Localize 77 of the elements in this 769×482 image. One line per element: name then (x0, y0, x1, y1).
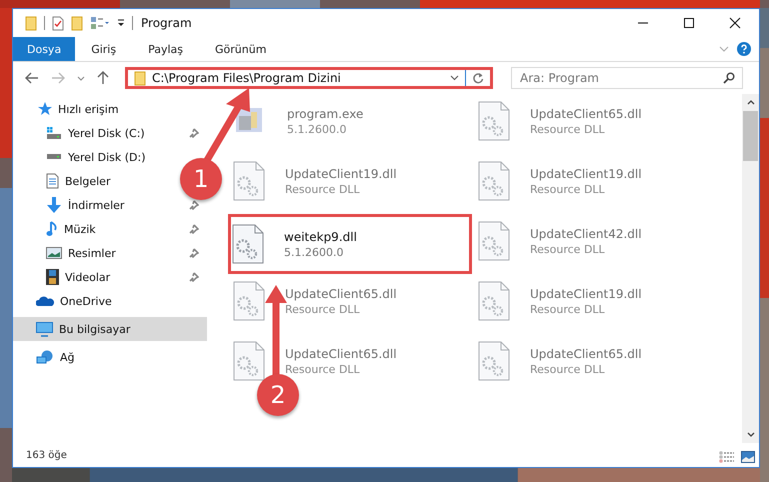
help-icon[interactable] (737, 42, 751, 56)
network-icon (36, 350, 54, 364)
settings-file-icon (478, 161, 510, 201)
close-icon[interactable] (729, 17, 741, 29)
settings-file-icon (478, 281, 510, 321)
settings-file-icon (233, 281, 265, 321)
music-note-icon (46, 221, 58, 237)
cloud-icon (36, 296, 54, 306)
scrollbar[interactable] (742, 94, 759, 443)
sidebar-item[interactable]: Resimler (13, 241, 207, 265)
file-name: program.exe (287, 106, 364, 120)
up-arrow-icon[interactable] (97, 71, 109, 85)
file-description: Resource DLL (530, 242, 606, 256)
drive-icon (46, 126, 62, 140)
view-options-icon[interactable] (90, 16, 110, 30)
sidebar-item[interactable]: Bu bilgisayar (13, 317, 207, 341)
sidebar-item[interactable]: Ağ (13, 345, 83, 369)
recent-dropdown-icon[interactable] (77, 76, 85, 80)
address-path: C:\Program Files\Program Dizini (152, 71, 341, 85)
file-name: UpdateClient65.dll (285, 346, 397, 360)
file-description: 5.1.2600.0 (284, 246, 344, 258)
file-description: Resource DLL (530, 182, 606, 196)
sidebar-item[interactable]: Hızlı erişim (13, 97, 127, 121)
file-description: Resource DLL (530, 122, 606, 136)
details-view-icon[interactable] (719, 451, 735, 463)
file-description: Resource DLL (530, 302, 606, 316)
file-name: UpdateClient65.dll (285, 286, 397, 300)
dropdown-icon[interactable] (117, 19, 125, 27)
file-name: UpdateClient65.dll (530, 106, 642, 120)
drive-icon (46, 154, 62, 160)
search-icon[interactable] (723, 72, 735, 84)
file-name: UpdateClient19.dll (285, 166, 397, 180)
file-description: Resource DLL (285, 302, 361, 316)
search-field[interactable]: Ara: Program (511, 67, 743, 89)
sidebar-item[interactable]: Müzik (13, 217, 207, 241)
scrollbar-thumb[interactable] (743, 111, 758, 161)
document-icon (46, 173, 59, 189)
download-arrow-icon (46, 197, 62, 213)
maximize-icon[interactable] (683, 17, 695, 29)
item-count: 163 öğe (25, 450, 68, 463)
settings-file-icon (232, 224, 264, 264)
film-strip-icon (46, 269, 59, 285)
properties-icon[interactable] (52, 16, 64, 30)
sidebar-item[interactable]: Yerel Disk (D:) (13, 145, 154, 169)
chevron-down-icon[interactable] (450, 75, 459, 81)
back-arrow-icon[interactable] (25, 72, 39, 84)
file-name: weitekp9.dll (284, 230, 357, 244)
scroll-down-icon[interactable] (746, 432, 754, 437)
file-description: Resource DLL (530, 362, 606, 376)
settings-file-icon (478, 341, 510, 381)
file-name: UpdateClient42.dll (530, 226, 642, 240)
large-icons-view-icon[interactable] (741, 451, 755, 463)
settings-file-icon (233, 341, 265, 381)
file-description: Resource DLL (285, 362, 361, 376)
sidebar-item[interactable]: Videolar (13, 265, 207, 289)
file-description: Resource DLL (285, 182, 361, 196)
scroll-up-icon[interactable] (746, 100, 754, 105)
ribbon-tab[interactable]: Paylaş (132, 37, 199, 61)
ribbon-tab[interactable]: Giriş (75, 37, 132, 61)
sidebar-item[interactable]: Belgeler (13, 169, 118, 193)
ribbon-tab[interactable]: Görünüm (199, 37, 282, 61)
sidebar-item[interactable]: Yerel Disk (C:) (13, 121, 207, 145)
star-icon (36, 102, 52, 116)
computer-icon (36, 322, 53, 336)
file-description: 5.1.2600.0 (287, 122, 348, 136)
sidebar-item[interactable]: OneDrive (13, 289, 120, 313)
file-name: UpdateClient65.dll (530, 346, 642, 360)
window-title: Program (141, 16, 192, 30)
settings-file-icon (478, 101, 510, 141)
file-name: UpdateClient19.dll (530, 286, 642, 300)
refresh-icon[interactable] (472, 72, 484, 84)
ribbon-tab[interactable]: Dosya (13, 37, 76, 61)
file-name: UpdateClient19.dll (530, 166, 642, 180)
picture-frame-icon (46, 247, 62, 259)
settings-file-icon (478, 221, 510, 261)
settings-file-icon (233, 161, 265, 201)
address-bar[interactable]: C:\Program Files\Program Dizini (125, 67, 493, 89)
